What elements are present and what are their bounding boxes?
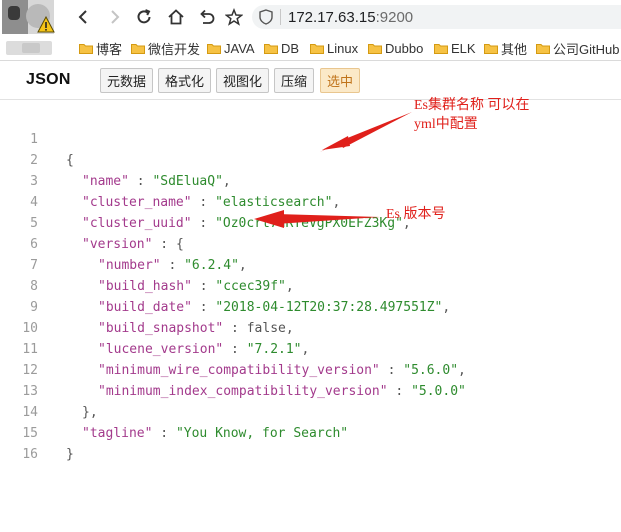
line-text: } (66, 444, 74, 465)
raw-data-button[interactable]: 元数据 (100, 68, 154, 93)
bookmark-label: 博客 (96, 41, 123, 57)
compress-button[interactable]: 压缩 (274, 68, 315, 93)
line-number: 16 (22, 447, 38, 462)
folder-icon (131, 43, 145, 54)
code-line: 11 "minimum_wire_compatibility_version" … (0, 318, 621, 378)
code-line: 8 "build_date" : "2018-04-12T20:37:28.49… (0, 255, 621, 315)
forward-arrow-icon (111, 10, 120, 24)
folder-icon (536, 43, 550, 54)
code-line: 15 } (0, 402, 621, 462)
home-button[interactable] (164, 5, 188, 29)
browser-top-bar: 172.17.63.15:9200 (0, 0, 621, 34)
warning-icon (37, 16, 55, 33)
url-port: :9200 (375, 8, 414, 26)
folder-icon (434, 43, 448, 54)
code-line: 10 "lucene_version" : "7.2.1", (0, 297, 621, 357)
undo-icon (200, 9, 215, 24)
folder-icon (79, 43, 93, 54)
bookmark-elk[interactable]: ELK (434, 39, 476, 57)
code-line: 16 (0, 423, 621, 462)
forward-button[interactable] (102, 5, 126, 29)
avatar-block (8, 6, 20, 20)
json-viewer-toolbar: JSON 元数据 格式化 视图化 压缩 选中 (0, 62, 621, 100)
back-arrow-icon (78, 10, 87, 24)
code-line: 4 "cluster_uuid" : "Oz0crt7uRTeVgPX0EFZ3… (0, 171, 621, 231)
folder-icon (207, 43, 221, 54)
home-icon (168, 9, 184, 25)
star-icon (225, 8, 243, 26)
code-line: 6 "number" : "6.2.4", (0, 213, 621, 273)
code-line: 12 "minimum_index_compatibility_version"… (0, 339, 621, 399)
code-line: 5 "version" : { (0, 192, 621, 252)
annotation-line: yml中配置 (414, 117, 478, 132)
bookmark-db[interactable]: DB (264, 39, 299, 57)
code-line: 7 "build_hash" : "ccec39f", (0, 234, 621, 294)
folder-icon (368, 43, 382, 54)
annotation-line: Es集群名称 可以在 (414, 98, 530, 113)
address-separator (280, 9, 281, 25)
shield-icon (259, 9, 273, 25)
blurred-region (22, 43, 40, 53)
folder-icon (264, 43, 278, 54)
version-annotation: Es 版本号 (386, 207, 446, 222)
code-line: 14 "tagline" : "You Know, for Search" (0, 381, 621, 441)
bookmark-wechat-dev[interactable]: 微信开发 (131, 39, 200, 57)
undo-button[interactable] (194, 5, 218, 29)
bookmark-label: JAVA (224, 40, 255, 56)
code-line: 3 "cluster_name" : "elasticsearch", (0, 150, 621, 210)
bookmark-linux[interactable]: Linux (310, 39, 358, 57)
select-button[interactable]: 选中 (320, 68, 361, 93)
bookmark-label: 其他 (501, 41, 528, 57)
bookmark-label: ELK (451, 40, 476, 56)
back-button[interactable] (72, 5, 96, 29)
viewer-title: JSON (26, 71, 71, 88)
bookmarks-bar: 博客 微信开发 JAVA DB Linux Dubbo ELK 其他 公司Git… (0, 34, 621, 61)
code-line: 13 }, (0, 360, 621, 420)
folder-icon (310, 43, 324, 54)
code-line: 9 "build_snapshot" : false, (0, 276, 621, 336)
bookmark-company-github[interactable]: 公司GitHub (536, 39, 619, 57)
bookmark-label: 公司GitHub (553, 41, 620, 57)
bookmark-blog[interactable]: 博客 (79, 39, 122, 57)
bookmark-dubbo[interactable]: Dubbo (368, 39, 423, 57)
bookmark-label: DB (281, 40, 300, 56)
visualize-button[interactable]: 视图化 (216, 68, 270, 93)
reload-icon (137, 9, 151, 24)
folder-icon (484, 43, 498, 54)
bookmark-java[interactable]: JAVA (207, 39, 255, 57)
cluster-name-annotation: Es集群名称 可以在 yml中配置 (414, 96, 530, 134)
bookmark-other[interactable]: 其他 (484, 39, 527, 57)
brace: } (66, 447, 74, 462)
format-button[interactable]: 格式化 (158, 68, 212, 93)
url-host: 172.17.63.15 (288, 8, 376, 26)
bookmark-star-button[interactable] (222, 5, 246, 29)
reload-button[interactable] (132, 5, 156, 29)
address-bar[interactable]: 172.17.63.15:9200 (252, 5, 621, 29)
bookmark-label: Dubbo (385, 40, 424, 56)
bookmark-label: Linux (327, 40, 359, 56)
bookmark-label: 微信开发 (148, 41, 201, 57)
